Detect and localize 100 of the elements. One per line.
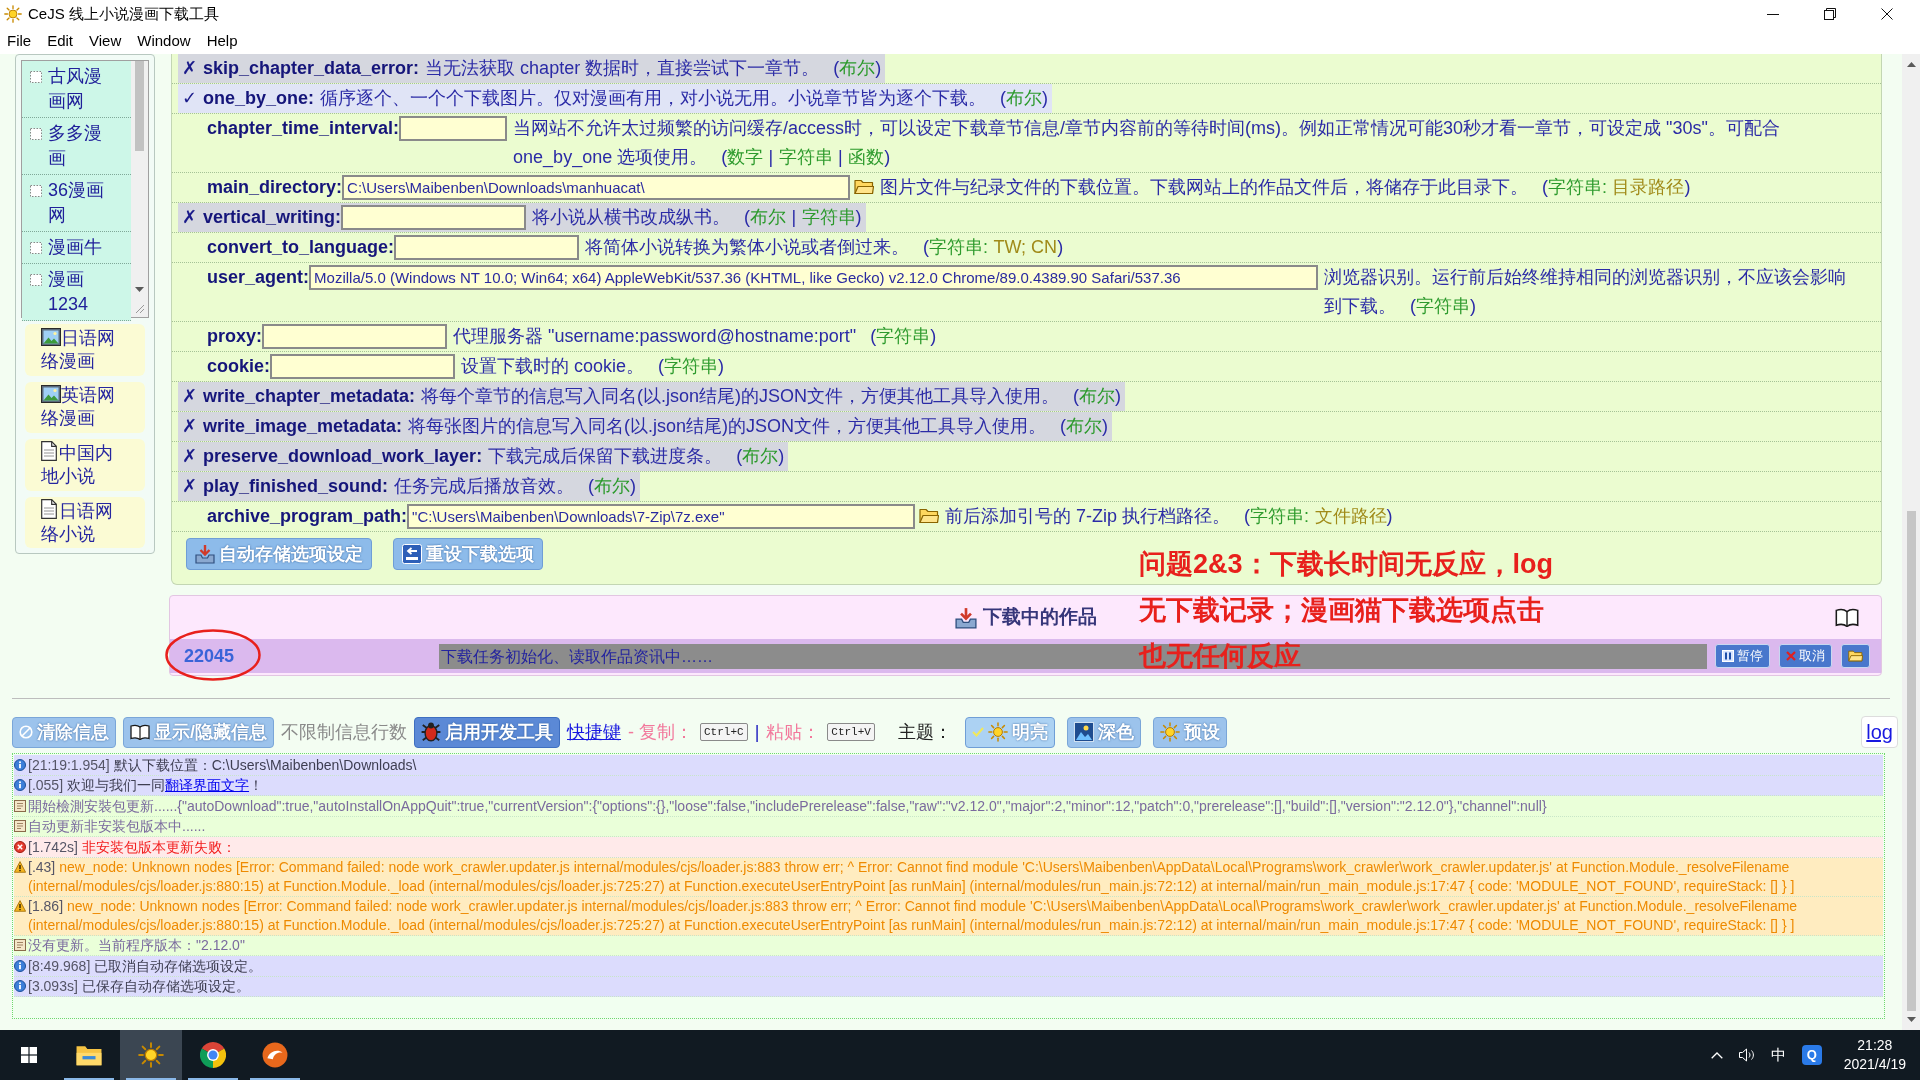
key-cap: Ctrl+C xyxy=(700,723,748,741)
checkbox[interactable] xyxy=(30,185,42,197)
sun-icon xyxy=(4,5,22,23)
clock-date[interactable]: 2021/4/19 xyxy=(1843,1055,1906,1074)
option-name: vertical_writing: xyxy=(203,206,342,229)
start-icon xyxy=(21,1047,37,1063)
category-button[interactable]: 日语网络小说 xyxy=(25,496,145,548)
checkbox[interactable] xyxy=(30,71,42,83)
swirl-logo-icon xyxy=(262,1042,288,1068)
menu-item[interactable]: Help xyxy=(206,29,238,53)
input-method-indicator[interactable]: 中 xyxy=(1770,1043,1786,1067)
category-button[interactable]: 日语网络漫画 xyxy=(25,324,145,376)
cancel-button[interactable]: 取消 xyxy=(1779,644,1832,668)
folder-button[interactable] xyxy=(1841,644,1870,668)
text-field[interactable] xyxy=(399,116,508,141)
speaker-icon[interactable] xyxy=(1738,1048,1755,1062)
caret-down-icon xyxy=(1906,1017,1916,1022)
annotation-text: 问题2&3：下载长时间无反应，log xyxy=(1139,548,1554,581)
menu-item[interactable]: View xyxy=(89,29,122,53)
option-description: 将简体小说转换为繁体小说或者倒过来。 (字符串: TW; CN) xyxy=(585,236,1065,259)
option-description: 代理服务器 "username:password@hostname:port" (字符串) xyxy=(453,325,938,348)
shortcuts-link[interactable]: 快捷键 xyxy=(567,718,621,746)
log-message: [.055] 欢迎与我们一同翻译界面文字！ xyxy=(28,776,265,795)
toggle-mark[interactable]: ✗ xyxy=(182,442,197,471)
window-title: CeJS 线上小说漫画下载工具 xyxy=(28,3,219,24)
option-name: chapter_time_interval: xyxy=(207,117,400,140)
caret-up-icon xyxy=(1906,62,1916,67)
option-name: write_image_metadata: xyxy=(203,415,403,438)
note-icon xyxy=(14,799,26,812)
tray-arrow-icon xyxy=(954,606,977,629)
clock-time[interactable]: 21:28 xyxy=(1857,1036,1893,1055)
toggle-mark[interactable]: ✗ xyxy=(182,54,197,83)
scrollbar[interactable] xyxy=(131,61,148,317)
menu-item[interactable]: Edit xyxy=(47,29,74,53)
annotation-text: 无下载记录；漫画猫下载选项点击 xyxy=(1139,594,1545,627)
site-item[interactable]: 古风漫画网 xyxy=(22,61,131,118)
folder-icon[interactable] xyxy=(919,508,940,524)
option-description: 循序逐个、一个个下载图片。仅对漫画有用，对小说无用。小说章节皆为逐个下载。 (布尔) xyxy=(320,87,1049,110)
checkbox[interactable] xyxy=(30,128,42,140)
restore-icon[interactable] xyxy=(1824,8,1836,20)
text-field[interactable] xyxy=(394,235,580,260)
text-field[interactable] xyxy=(270,354,456,379)
menu-item[interactable]: Window xyxy=(137,29,191,53)
scrollbar[interactable] xyxy=(1902,54,1920,1030)
toggle-mark[interactable]: ✓ xyxy=(182,84,197,113)
log-message: [21:19:1.954] 默认下载位置：C:\Users\Maibenben\Downloads\ xyxy=(28,755,418,774)
line-limit-note: 不限制信息行数 xyxy=(281,720,407,744)
translate-link[interactable]: 翻译界面文字 xyxy=(165,777,250,793)
log-message: [3.093s] 已保存自动存储选项设定。 xyxy=(28,977,251,996)
option-name: archive_program_path: xyxy=(207,505,408,528)
shortcut-label: - 复制： xyxy=(628,720,693,744)
log-message: [1.86] new_node: Unknown nodes [Error: Command failed: node work_crawler.updater.js internal/modules/cjs/loader.js:883 throw err; ^ Error: Cannot find module 'C:\Users\Maibenben\AppData\Local\Programs\work_crawler\work_crawler.updater.js' at Function.Module._resolveFilename (internal/modules/cjs/loader.js:880:15) at Function.Module._load (internal/modules/cjs/loader.js:725:27) at Function.executeUserEntryPoint [as runMain] (internal/modules/run_main.js:72:12) at internal/main/run_main_module.js:17:47 { code: 'MODULE_NOT_FOUND', requireStack: [] } ] xyxy=(28,897,1799,934)
separator-text: | xyxy=(754,720,760,744)
site-item[interactable]: 36漫画网 xyxy=(22,175,131,232)
category-button[interactable]: 中国内地小说 xyxy=(25,439,145,491)
option-description: 将每个章节的信息写入同名(以.json结尾)的JSON文件，方便其他工具导入使用。 (布尔) xyxy=(421,385,1122,408)
site-item[interactable]: 多多漫画 xyxy=(22,118,131,175)
text-field[interactable]: C:\Users\Maibenben\Downloads\manhuacat\ xyxy=(342,175,851,200)
option-name: user_agent: xyxy=(207,266,310,289)
folder-icon[interactable] xyxy=(854,179,875,195)
text-field[interactable]: "C:\Users\Maibenben\Downloads\7-Zip\7z.exe" xyxy=(407,504,916,529)
text-field[interactable] xyxy=(262,324,447,349)
option-description: 图片文件与纪录文件的下载位置。下载网站上的作品文件后，将储存于此目录下。 (字符串: 目录路径) xyxy=(880,176,1692,199)
option-description: 设置下载时的 cookie。 (字符串) xyxy=(461,355,726,378)
toggle-mark[interactable]: ✗ xyxy=(182,382,197,411)
text-field[interactable] xyxy=(341,205,527,230)
minimize-icon[interactable] xyxy=(1767,13,1779,15)
toggle-mark[interactable]: ✗ xyxy=(182,203,197,232)
menu-item[interactable]: File xyxy=(7,29,32,53)
pause-button[interactable]: 暂停 xyxy=(1715,644,1770,668)
checkbox[interactable] xyxy=(30,242,42,254)
pause-icon xyxy=(1722,650,1734,662)
option-description: 当网站不允许太过频繁的访问缓存/access时，可以设定下载章节信息/章节内容前的等待时间(ms)。例如正常情况可能30秒才看一章节，可设定成 "30s"。可配合 one_by_one 选项使用。 (数字 | 字符串 | 函数) xyxy=(513,117,1781,170)
picture-icon xyxy=(41,385,61,404)
chevron-up-icon[interactable] xyxy=(1710,1051,1723,1059)
option-name: convert_to_language: xyxy=(207,236,395,259)
site-item[interactable]: 漫画1234 xyxy=(22,264,131,321)
toggle-mark[interactable]: ✗ xyxy=(182,412,197,441)
document-icon xyxy=(41,498,57,519)
document-icon xyxy=(41,441,57,462)
section-title: 下载中的作品 xyxy=(982,605,1097,630)
option-description: 下载完成后保留下载进度条。 (布尔) xyxy=(488,445,785,468)
folder-icon xyxy=(76,1044,102,1066)
log-link[interactable]: log xyxy=(1861,716,1898,748)
scrollbar-thumb[interactable] xyxy=(1906,511,1916,1011)
close-icon[interactable] xyxy=(1881,8,1893,20)
error-icon xyxy=(14,840,26,853)
info-icon xyxy=(14,959,26,972)
text-field[interactable]: Mozilla/5.0 (Windows NT 10.0; Win64; x64) AppleWebKit/537.36 (KHTML, like Gecko) v2.12.0 Chrome/89.0.4389.90 Safari/537.36 xyxy=(309,265,1319,290)
work-number: 22045 xyxy=(184,644,236,668)
checkbox[interactable] xyxy=(30,274,42,286)
category-button[interactable]: 英语网络漫画 xyxy=(25,381,145,433)
info-icon xyxy=(14,758,26,771)
toggle-mark[interactable]: ✗ xyxy=(182,472,197,501)
scrollbar-thumb[interactable] xyxy=(135,61,144,151)
taskbar-button[interactable] xyxy=(120,1030,182,1080)
key-cap: Ctrl+V xyxy=(827,723,875,741)
tray-app-button[interactable]: Q xyxy=(1801,1045,1822,1065)
site-item[interactable]: 漫画牛 xyxy=(22,232,131,264)
devtools-button[interactable]: 启用开发工具 xyxy=(414,716,560,748)
